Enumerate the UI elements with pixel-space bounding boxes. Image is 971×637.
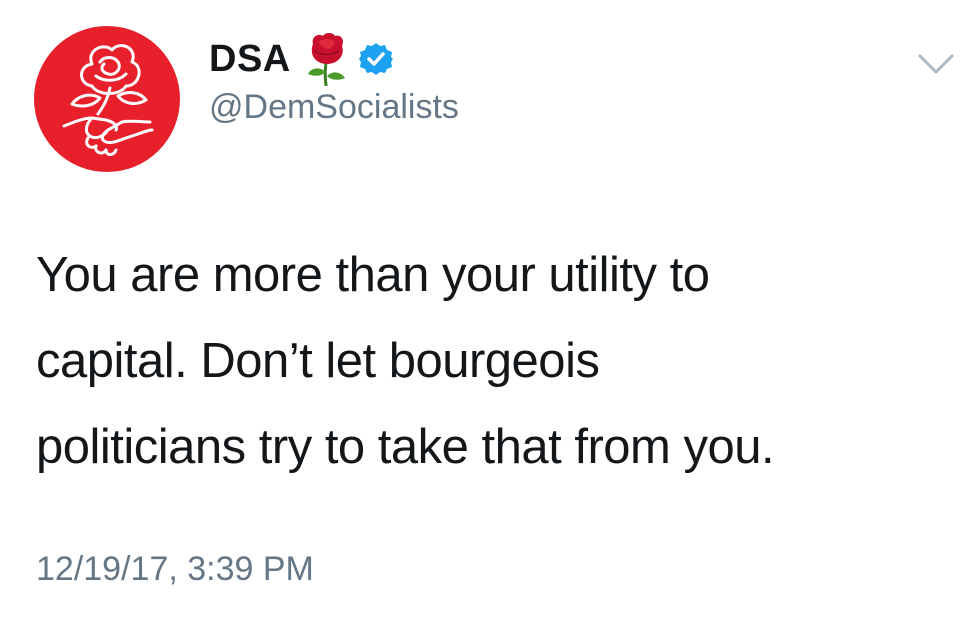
rose-icon bbox=[305, 32, 349, 87]
display-name[interactable]: DSA bbox=[209, 38, 291, 81]
avatar[interactable] bbox=[34, 26, 180, 172]
tweet-text: You are more than your utility to capita… bbox=[36, 232, 956, 490]
dsa-logo-icon bbox=[62, 44, 154, 156]
tweet-card: DSA @DemSocialists You are more than you… bbox=[0, 0, 971, 637]
tweet-text-line: capital. Don’t let bourgeois bbox=[36, 334, 600, 388]
tweet-text-line: politicians try to take that from you. bbox=[36, 420, 775, 474]
tweet-timestamp[interactable]: 12/19/17, 3:39 PM bbox=[36, 550, 314, 589]
verified-badge-icon bbox=[358, 42, 393, 76]
tweet-text-line: You are more than your utility to bbox=[36, 248, 710, 302]
author-name-row: DSA bbox=[209, 32, 393, 87]
author-handle[interactable]: @DemSocialists bbox=[209, 88, 459, 127]
chevron-down-icon[interactable] bbox=[916, 52, 956, 76]
